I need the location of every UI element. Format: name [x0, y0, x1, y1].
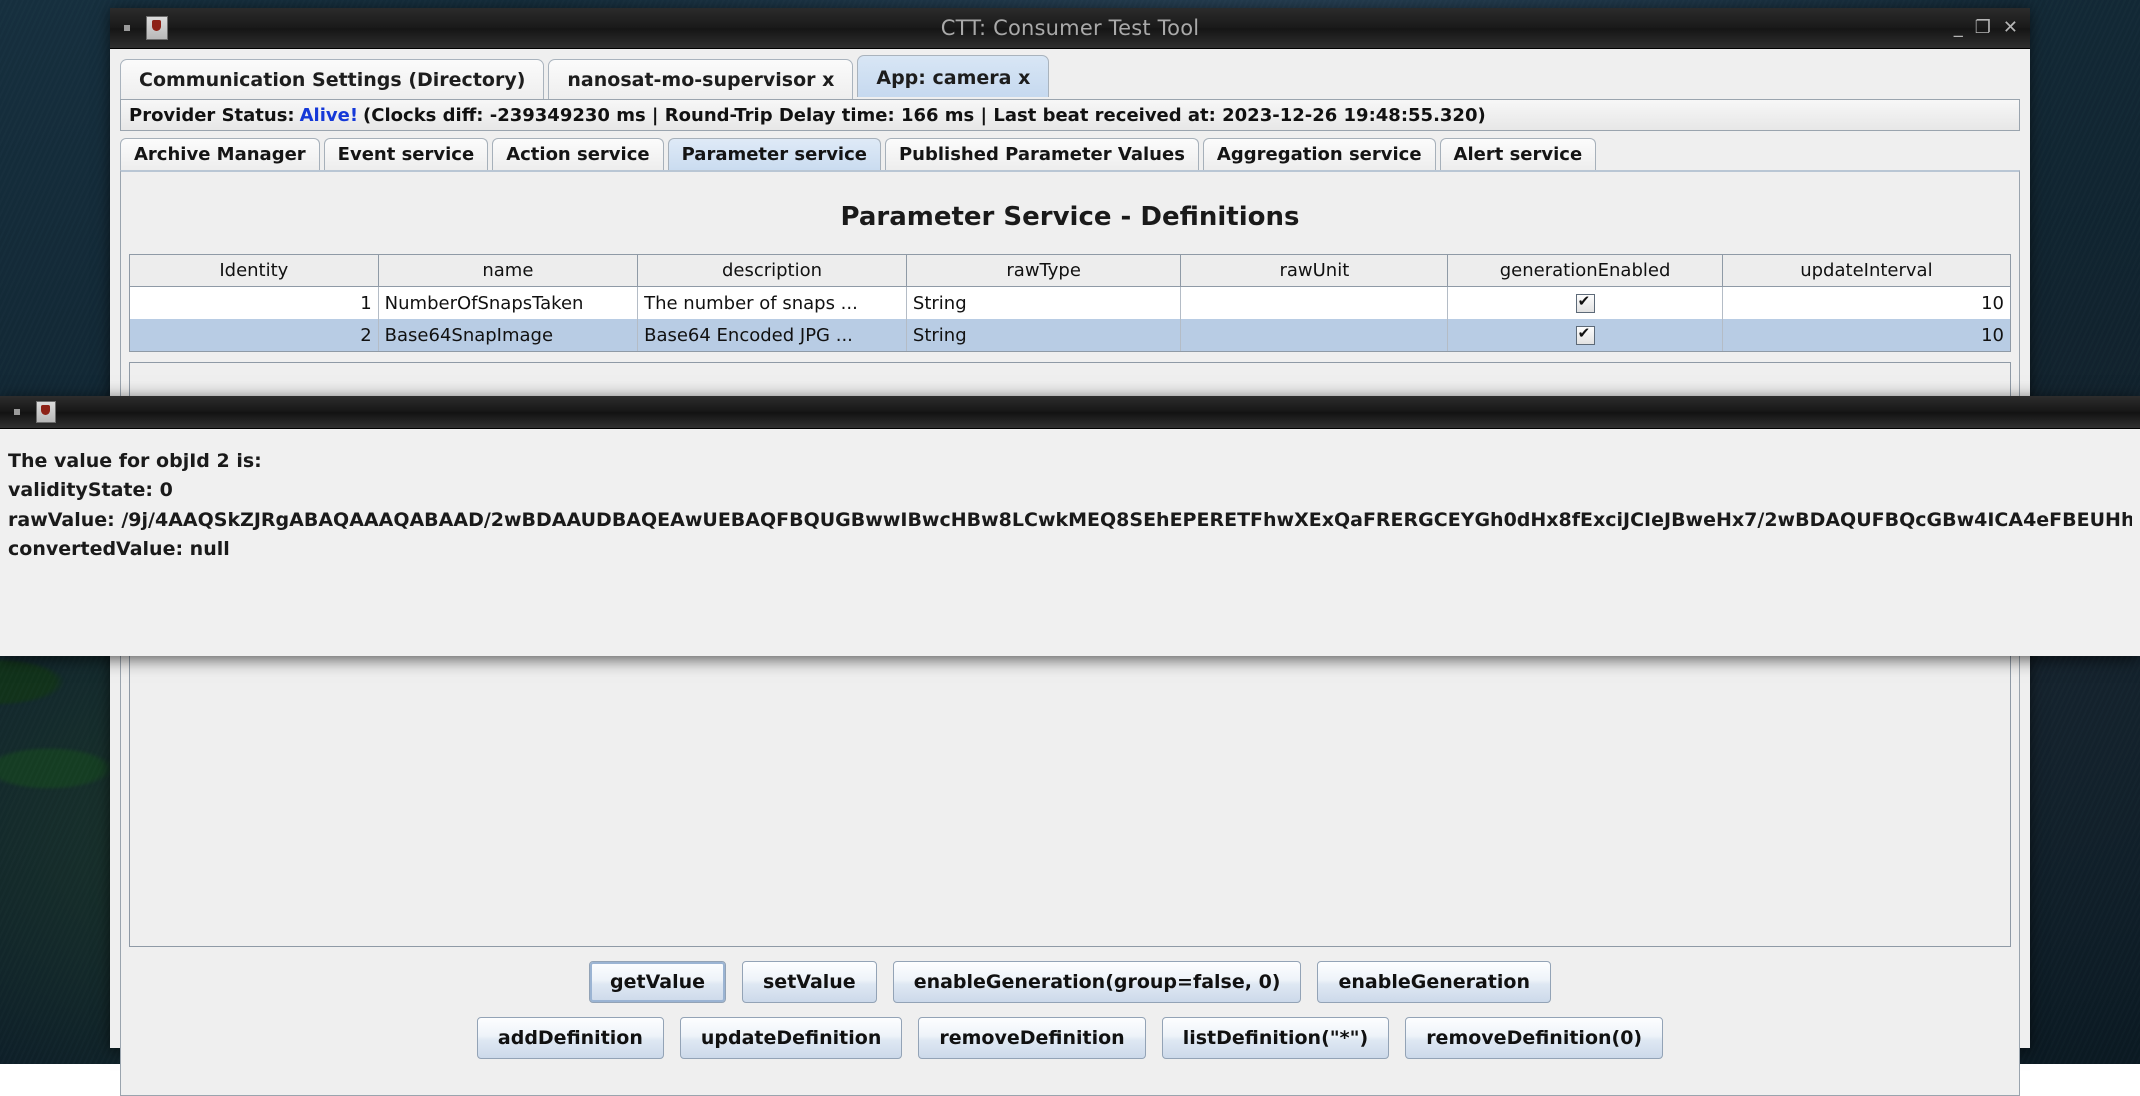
cell-generationenabled[interactable]: [1448, 287, 1722, 320]
remove-definition-zero-button[interactable]: removeDefinition(0): [1405, 1017, 1663, 1059]
dialog-titlebar[interactable]: [0, 396, 2140, 429]
parameter-definitions-table-wrapper: Identity name description rawType rawUni…: [129, 254, 2011, 352]
column-header-identity[interactable]: Identity: [130, 255, 378, 287]
provider-status-prefix: Provider Status:: [129, 105, 295, 126]
subtab-aggregation-service[interactable]: Aggregation service: [1203, 138, 1436, 170]
set-value-button[interactable]: setValue: [742, 961, 877, 1003]
column-header-rawtype[interactable]: rawType: [906, 255, 1180, 287]
enable-generation-button[interactable]: enableGeneration: [1317, 961, 1551, 1003]
provider-status-state: Alive!: [300, 105, 358, 126]
table-header-row: Identity name description rawType rawUni…: [130, 255, 2010, 287]
subtab-alert-service[interactable]: Alert service: [1440, 138, 1597, 170]
main-tab-bar: Communication Settings (Directory) nanos…: [110, 49, 2030, 97]
parameter-definitions-table: Identity name description rawType rawUni…: [130, 255, 2010, 351]
table-row[interactable]: 1 NumberOfSnapsTaken The number of snaps…: [130, 287, 2010, 320]
cell-updateinterval: 10: [1722, 287, 2010, 320]
maximize-icon[interactable]: ❐: [1975, 19, 1991, 37]
tab-app-camera[interactable]: App: camera x: [857, 55, 1049, 97]
checkbox-checked-icon[interactable]: [1576, 294, 1595, 313]
cell-updateinterval: 10: [1722, 319, 2010, 351]
window-title: CTT: Consumer Test Tool: [110, 16, 2030, 40]
subtab-parameter-service[interactable]: Parameter service: [668, 138, 881, 170]
action-buttons-row-2: addDefinition updateDefinition removeDef…: [121, 1017, 2019, 1059]
subtab-event-service[interactable]: Event service: [324, 138, 489, 170]
cell-description: The number of snaps ...: [638, 287, 907, 320]
cell-rawtype: String: [906, 287, 1180, 320]
service-tab-bar: Archive Manager Event service Action ser…: [110, 131, 2030, 170]
get-value-button[interactable]: getValue: [589, 961, 726, 1003]
action-buttons-row-1: getValue setValue enableGeneration(group…: [121, 961, 2019, 1003]
subtab-published-parameter-values[interactable]: Published Parameter Values: [885, 138, 1199, 170]
cell-description: Base64 Encoded JPG ...: [638, 319, 907, 351]
cell-name: Base64SnapImage: [378, 319, 637, 351]
java-coffee-cup-icon: [36, 401, 56, 423]
cell-generationenabled[interactable]: [1448, 319, 1722, 351]
cell-rawtype: String: [906, 319, 1180, 351]
add-definition-button[interactable]: addDefinition: [477, 1017, 664, 1059]
close-icon[interactable]: ✕: [2003, 19, 2018, 37]
tab-communication-settings[interactable]: Communication Settings (Directory): [120, 59, 544, 99]
dialog-line-objid: The value for objId 2 is:: [8, 447, 2132, 476]
checkbox-checked-icon[interactable]: [1576, 326, 1595, 345]
cell-identity: 2: [130, 319, 378, 351]
cell-rawunit: [1181, 287, 1448, 320]
dialog-menu-dot-icon[interactable]: [14, 409, 20, 415]
dialog-body: The value for objId 2 is: validityState:…: [0, 429, 2140, 575]
dialog-line-convertedvalue: convertedValue: null: [8, 535, 2132, 564]
column-header-generationenabled[interactable]: generationEnabled: [1448, 255, 1722, 287]
window-menu-dot-icon[interactable]: [124, 25, 130, 31]
column-header-rawunit[interactable]: rawUnit: [1181, 255, 1448, 287]
parameter-value-dialog: The value for objId 2 is: validityState:…: [0, 396, 2140, 656]
table-row[interactable]: 2 Base64SnapImage Base64 Encoded JPG ...…: [130, 319, 2010, 351]
column-header-name[interactable]: name: [378, 255, 637, 287]
column-header-description[interactable]: description: [638, 255, 907, 287]
tab-nanosat-mo-supervisor[interactable]: nanosat-mo-supervisor x: [548, 59, 853, 99]
window-titlebar[interactable]: CTT: Consumer Test Tool _ ❐ ✕: [110, 8, 2030, 49]
cell-identity: 1: [130, 287, 378, 320]
update-definition-button[interactable]: updateDefinition: [680, 1017, 902, 1059]
enable-generation-group-button[interactable]: enableGeneration(group=false, 0): [893, 961, 1302, 1003]
provider-status-details: (Clocks diff: -239349230 ms | Round-Trip…: [363, 105, 1486, 126]
subtab-archive-manager[interactable]: Archive Manager: [120, 138, 320, 170]
column-header-updateinterval[interactable]: updateInterval: [1722, 255, 2010, 287]
list-definition-button[interactable]: listDefinition("*"): [1162, 1017, 1389, 1059]
page-title: Parameter Service - Definitions: [121, 172, 2019, 254]
dialog-line-rawvalue: rawValue: /9j/4AAQSkZJRgABAQAAAQABAAD/2w…: [8, 506, 2132, 535]
minimize-icon[interactable]: _: [1954, 19, 1963, 37]
action-buttons-area: getValue setValue enableGeneration(group…: [121, 947, 2019, 1095]
window-controls: _ ❐ ✕: [1954, 19, 2018, 37]
cell-name: NumberOfSnapsTaken: [378, 287, 637, 320]
dialog-line-validitystate: validityState: 0: [8, 476, 2132, 505]
cell-rawunit: [1181, 319, 1448, 351]
provider-status-bar: Provider Status: Alive! (Clocks diff: -2…: [120, 99, 2020, 131]
java-coffee-cup-icon: [146, 16, 168, 40]
subtab-action-service[interactable]: Action service: [492, 138, 663, 170]
remove-definition-button[interactable]: removeDefinition: [918, 1017, 1145, 1059]
